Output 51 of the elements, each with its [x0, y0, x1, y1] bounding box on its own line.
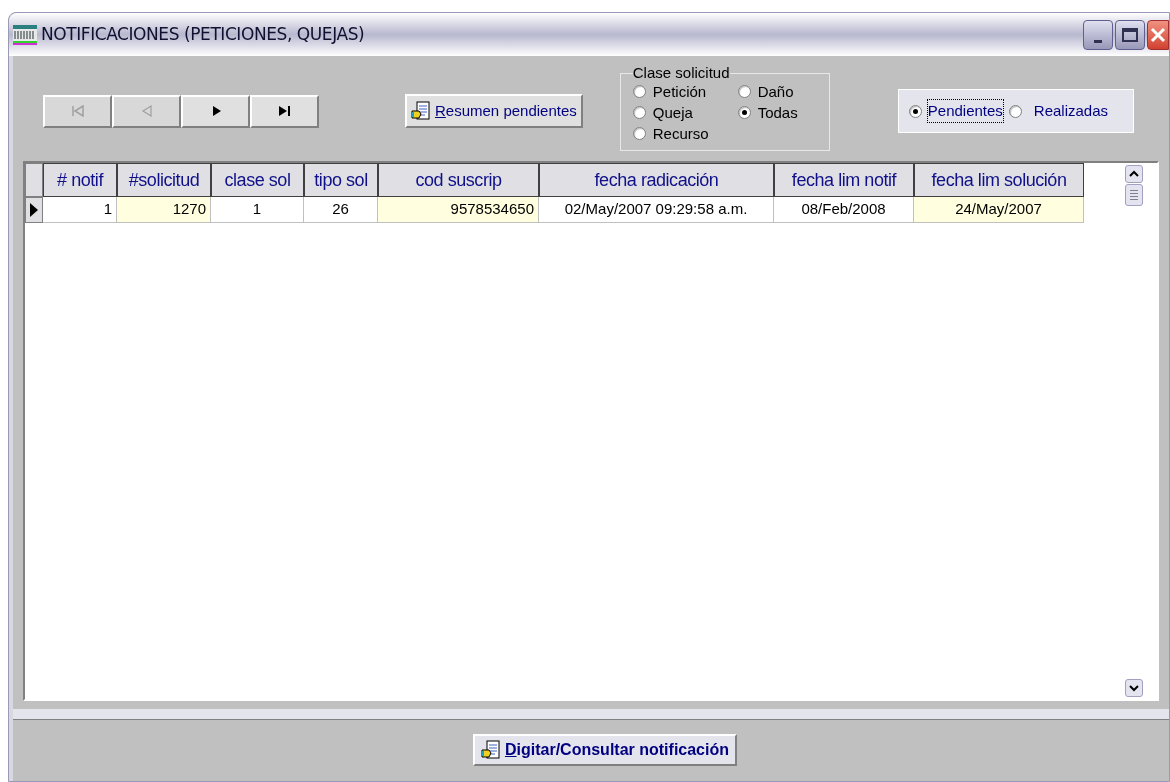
- table-cell: 9578534650: [378, 197, 539, 223]
- column-header: fecha lim solución: [914, 163, 1084, 197]
- radio-label: Todas: [757, 103, 798, 123]
- window-title: NOTIFICACIONES (PETICIONES, QUEJAS): [41, 22, 365, 46]
- chevron-down-icon: [1129, 684, 1139, 692]
- scroll-thumb[interactable]: [1125, 184, 1143, 206]
- document-hand-icon: [411, 101, 431, 121]
- column-header: #solicitud: [117, 163, 211, 197]
- radio-label: Daño: [757, 82, 794, 102]
- first-record-icon: [70, 105, 85, 117]
- table-cell: 26: [304, 197, 378, 223]
- close-icon: [1150, 26, 1166, 43]
- chevron-up-icon: [1129, 170, 1139, 178]
- scroll-down-button[interactable]: [1125, 679, 1143, 697]
- radio-label: Pendientes: [927, 99, 1003, 123]
- document-hand-icon: [481, 739, 501, 760]
- table-cell: 24/May/2007: [914, 197, 1084, 223]
- app-logo-icon: [13, 24, 37, 45]
- radio-button[interactable]: [632, 85, 646, 98]
- radio-label: Petición: [652, 82, 707, 102]
- close-button[interactable]: [1147, 19, 1169, 50]
- table-cell: 1: [43, 197, 117, 223]
- column-header: fecha radicación: [539, 163, 774, 197]
- column-header: # notif: [43, 163, 117, 197]
- table-cell: 02/May/2007 09:29:58 a.m.: [539, 197, 774, 223]
- table-cell: 1: [211, 197, 304, 223]
- navigation-button[interactable]: [250, 94, 319, 128]
- group-title: Clase solicitud: [632, 65, 730, 81]
- summary-button[interactable]: Resumen pendientes: [405, 94, 583, 128]
- column-header: tipo sol: [304, 163, 378, 197]
- column-header: fecha lim notif: [774, 163, 914, 197]
- radio-button[interactable]: [632, 127, 646, 140]
- scroll-up-button[interactable]: [1125, 165, 1143, 183]
- column-header: clase sol: [211, 163, 304, 197]
- radio-label: Queja: [652, 103, 693, 123]
- minimize-button[interactable]: [1083, 19, 1113, 50]
- column-header: cod suscrip: [378, 163, 539, 197]
- last-record-icon: [277, 105, 292, 117]
- radio-button[interactable]: [632, 106, 646, 119]
- radio-button[interactable]: [737, 106, 751, 119]
- current-row-icon: [30, 203, 38, 217]
- radio-label: Realizadas: [1033, 100, 1109, 121]
- maximize-button[interactable]: [1115, 19, 1145, 50]
- enter-notification-button[interactable]: Digitar/Consultar notificación: [473, 733, 737, 766]
- radio-button[interactable]: [737, 85, 751, 98]
- radio-button[interactable]: [1008, 104, 1022, 118]
- table-cell: 08/Feb/2008: [774, 197, 914, 223]
- table-cell: 1270: [117, 197, 211, 223]
- previous-record-icon: [140, 105, 153, 117]
- radio-label: Recurso: [652, 124, 709, 144]
- radio-button[interactable]: [908, 104, 922, 118]
